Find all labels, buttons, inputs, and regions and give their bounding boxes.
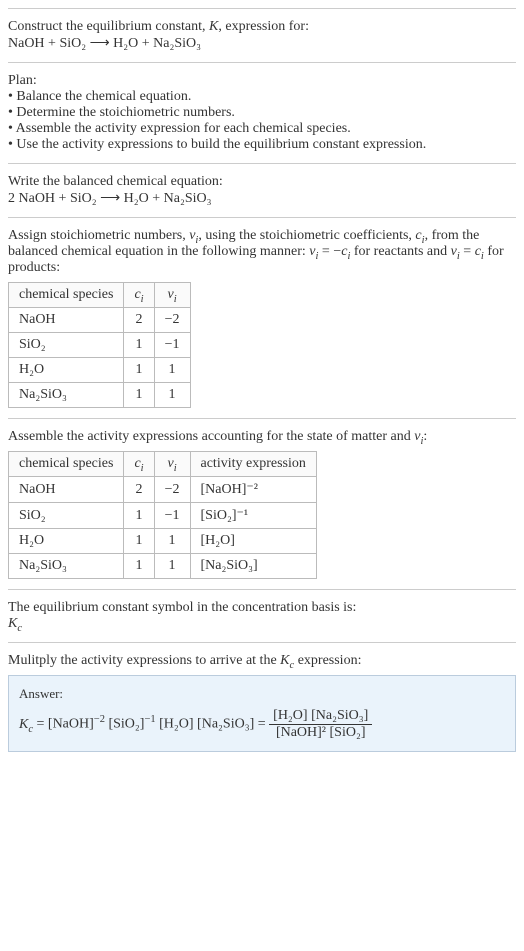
table-row: H₂O 1 1	[9, 358, 191, 383]
col-vi: νi	[154, 283, 190, 308]
intro-text: Construct the equilibrium constant, K, e…	[8, 19, 516, 35]
table-row: NaOH 2 −2	[9, 308, 191, 333]
activity-text: Assemble the activity expressions accoun…	[8, 429, 516, 445]
symbol-text: The equilibrium constant symbol in the c…	[8, 600, 516, 616]
table-row: NaOH 2 −2 [NaOH]⁻²	[9, 477, 317, 503]
multiply-text: Mulitply the activity expressions to arr…	[8, 653, 516, 669]
answer-expression: Kc = [NaOH]−2 [SiO₂]−1 [H₂O] [Na₂SiO₃] =…	[19, 708, 505, 741]
activity-section: Assemble the activity expressions accoun…	[8, 418, 516, 589]
table-row: Na₂SiO₃ 1 1 [Na₂SiO₃]	[9, 554, 317, 579]
balance-heading: Write the balanced chemical equation:	[8, 174, 516, 190]
plan-heading: Plan:	[8, 73, 516, 89]
col-ci: ci	[124, 283, 154, 308]
table-row: H₂O 1 1 [H₂O]	[9, 529, 317, 554]
col-ci: ci	[124, 452, 154, 477]
table-row: SiO₂ 1 −1	[9, 333, 191, 358]
answer-label: Answer:	[19, 686, 505, 702]
intro-section: Construct the equilibrium constant, K, e…	[8, 8, 516, 62]
col-species: chemical species	[9, 452, 124, 477]
stoich-table: chemical species ci νi NaOH 2 −2 SiO₂ 1 …	[8, 282, 191, 408]
stoich-section: Assign stoichiometric numbers, νi, using…	[8, 217, 516, 418]
symbol-value: Kc	[8, 616, 516, 632]
intro-equation: NaOH + SiO₂ ⟶ H₂O + Na₂SiO₃	[8, 35, 516, 52]
col-vi: νi	[154, 452, 190, 477]
plan-bullet-3: • Assemble the activity expression for e…	[8, 121, 516, 137]
multiply-section: Mulitply the activity expressions to arr…	[8, 642, 516, 762]
answer-box: Answer: Kc = [NaOH]−2 [SiO₂]−1 [H₂O] [Na…	[8, 675, 516, 752]
col-activity: activity expression	[190, 452, 316, 477]
balance-section: Write the balanced chemical equation: 2 …	[8, 163, 516, 217]
col-species: chemical species	[9, 283, 124, 308]
fraction-denominator: [NaOH]² [SiO₂]	[269, 725, 372, 741]
plan-bullet-4: • Use the activity expressions to build …	[8, 137, 516, 153]
activity-table: chemical species ci νi activity expressi…	[8, 451, 317, 579]
plan-bullet-2: • Determine the stoichiometric numbers.	[8, 105, 516, 121]
stoich-text: Assign stoichiometric numbers, νi, using…	[8, 228, 516, 276]
fraction-numerator: [H₂O] [Na₂SiO₃]	[269, 708, 372, 725]
balanced-equation: 2 NaOH + SiO₂ ⟶ H₂O + Na₂SiO₃	[8, 190, 516, 207]
table-row: SiO₂ 1 −1 [SiO₂]⁻¹	[9, 503, 317, 529]
plan-section: Plan: • Balance the chemical equation. •…	[8, 62, 516, 163]
plan-bullet-1: • Balance the chemical equation.	[8, 89, 516, 105]
table-row: Na₂SiO₃ 1 1	[9, 383, 191, 408]
table-header-row: chemical species ci νi activity expressi…	[9, 452, 317, 477]
symbol-section: The equilibrium constant symbol in the c…	[8, 589, 516, 642]
table-header-row: chemical species ci νi	[9, 283, 191, 308]
